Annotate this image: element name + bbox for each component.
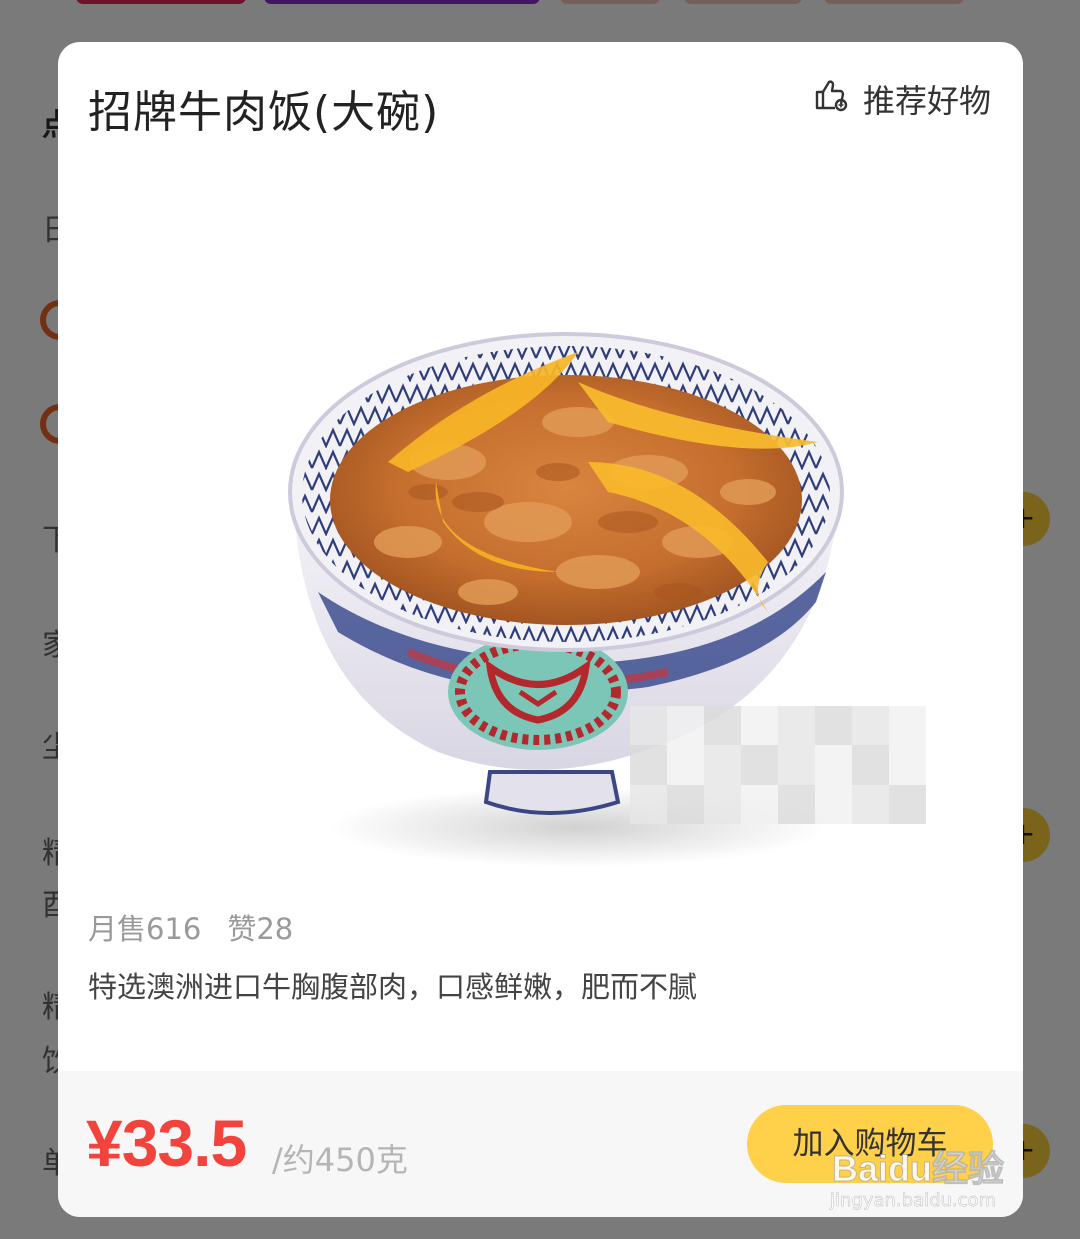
mosaic-blur xyxy=(630,706,926,824)
add-to-cart-button[interactable]: 加入购物车 xyxy=(747,1105,993,1183)
recommend-label: 推荐好物 xyxy=(862,82,991,120)
price: ¥33.5 xyxy=(86,1106,247,1180)
thumbs-up-icon xyxy=(813,77,849,121)
monthly-sales: 月售616 xyxy=(88,912,202,946)
portion-unit: /约450克 xyxy=(272,1141,408,1179)
dish-title: 招牌牛肉饭(大碗) xyxy=(88,87,440,138)
recommend-button[interactable]: 推荐好物 xyxy=(813,76,991,122)
product-detail-modal: 招牌牛肉饭(大碗) 推荐好物 月售616 赞28 特选澳洲进口牛胸腹部肉，口感鲜… xyxy=(58,42,1023,1217)
dish-description: 特选澳洲进口牛胸腹部肉，口感鲜嫩，肥而不腻 xyxy=(88,970,698,1004)
likes-count: 赞28 xyxy=(227,912,294,946)
dish-stats: 月售616 赞28 xyxy=(88,906,293,948)
purchase-bar: ¥33.5 /约450克 加入购物车 xyxy=(58,1071,1023,1217)
